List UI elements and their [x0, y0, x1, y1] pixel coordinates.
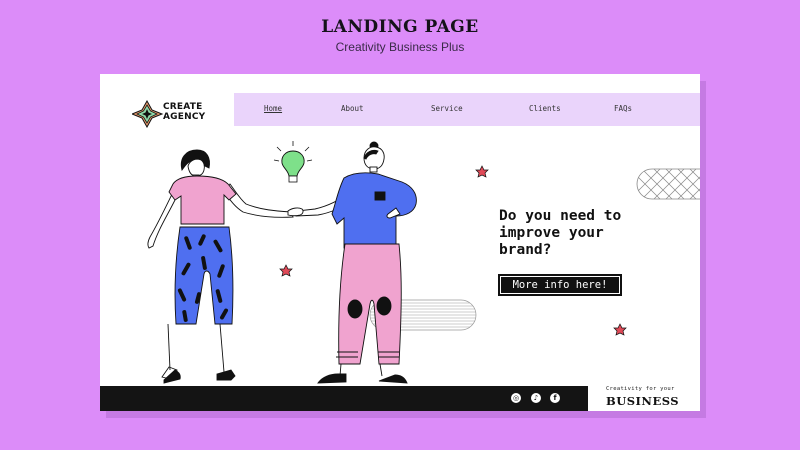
crosshatch-pill [636, 168, 700, 200]
footer-tagline-big: BUSINESS [606, 394, 680, 408]
woman-figure [147, 149, 294, 384]
lightbulb-icon [273, 141, 313, 183]
instagram-icon[interactable]: ◎ [511, 393, 521, 403]
facebook-icon[interactable]: f [550, 393, 560, 403]
footer-tagline-small: Creativity for your [606, 386, 675, 392]
headline-line-3: brand? [499, 242, 552, 258]
more-info-button[interactable]: More info here! [498, 274, 622, 296]
headline-line-2: improve your [499, 225, 604, 241]
page-title: LANDING PAGE [321, 17, 479, 37]
page-subtitle: Creativity Business Plus [335, 40, 465, 54]
tiktok-icon[interactable]: ♪ [531, 393, 541, 403]
headline-line-1: Do you need to [499, 208, 622, 224]
man-figure [287, 141, 417, 384]
hero-headline: Do you need to improve your brand? [499, 208, 669, 259]
landing-card: CREATE AGENCY Home About Service Clients… [100, 74, 700, 411]
